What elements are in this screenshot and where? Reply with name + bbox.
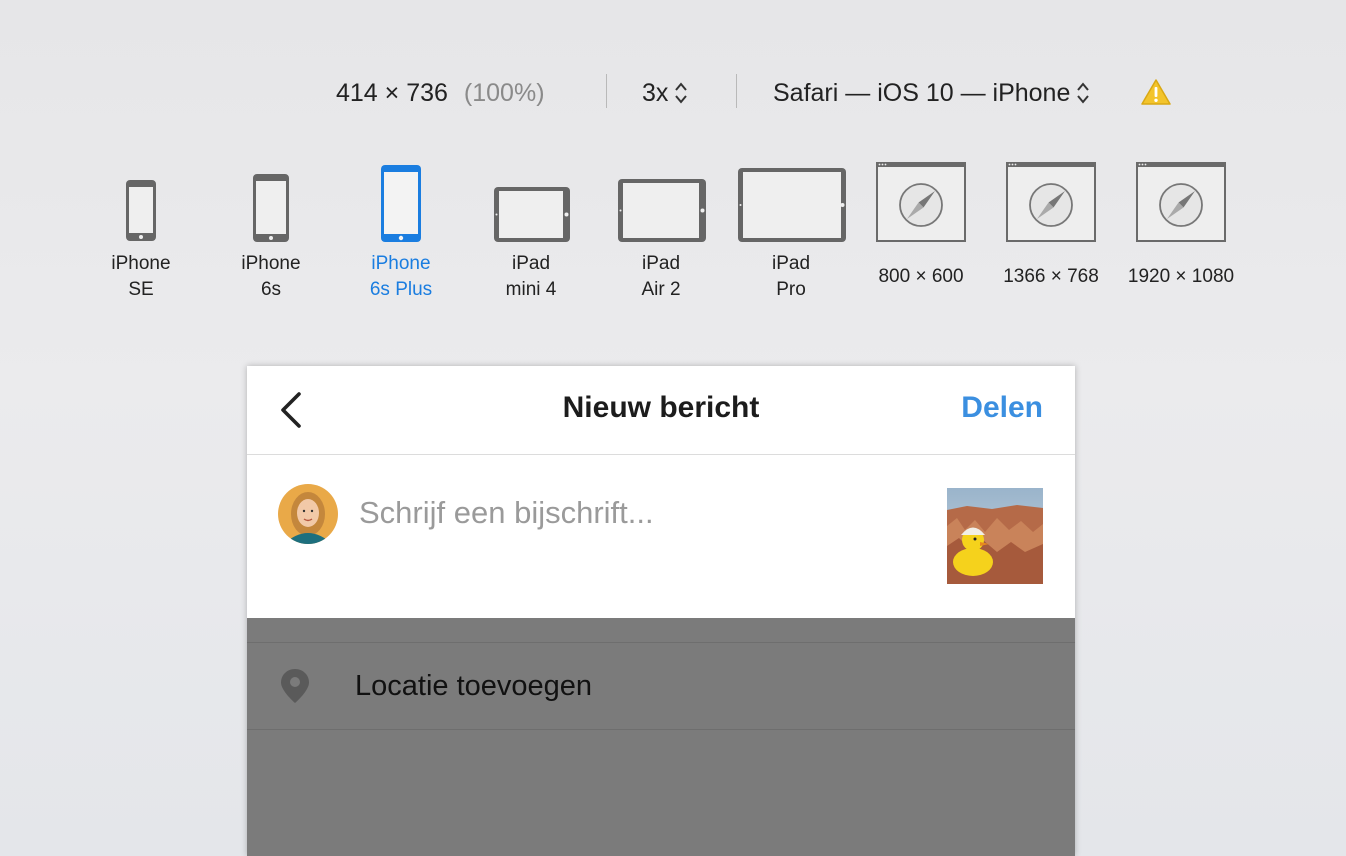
device-label: iPhone SE <box>111 253 171 300</box>
up-down-chevron-icon <box>1077 82 1090 104</box>
user-agent-value: Safari — iOS 10 — iPhone <box>773 78 1071 107</box>
add-location-row[interactable]: Locatie toevoegen <box>247 642 1075 730</box>
toolbar-divider <box>606 74 607 108</box>
ipad-icon <box>618 179 706 242</box>
nav-bar: Nieuw bericht Delen <box>247 366 1075 455</box>
viewport-dimensions: 414 × 736 (100%) <box>336 74 545 112</box>
device-presets: iPhone SE iPhone 6s iPhone 6s Plus iPad mini… <box>0 158 1346 308</box>
share-button[interactable]: Delen <box>961 391 1043 425</box>
compose-section <box>247 455 1075 618</box>
iphone-icon <box>381 165 421 242</box>
device-label: iPad Pro <box>771 253 811 300</box>
ipad-icon <box>494 187 570 242</box>
dimensions-value: 414 × 736 <box>336 78 448 107</box>
device-iphone-6s[interactable]: iPhone 6s <box>206 158 336 308</box>
page-title: Nieuw bericht <box>562 391 760 424</box>
location-label: Locatie toevoegen <box>355 670 593 702</box>
ipad-icon <box>738 168 846 242</box>
user-agent-select[interactable]: Safari — iOS 10 — iPhone <box>773 74 1090 112</box>
device-1366x768[interactable]: 1366 × 768 <box>986 158 1116 308</box>
zoom-percentage: (100%) <box>463 78 545 107</box>
simulated-viewport: Nieuw bericht Delen Schrijf een bijschri… <box>247 366 1075 856</box>
device-label: iPhone 6s Plus <box>369 253 433 300</box>
device-ipad-pro[interactable]: iPad Pro <box>726 158 856 308</box>
location-pin-icon <box>281 669 309 703</box>
safari-window-icon <box>1006 162 1096 242</box>
iphone-icon <box>126 180 156 241</box>
safari-window-icon <box>1136 162 1226 242</box>
pixel-ratio-value: 3x <box>642 78 669 107</box>
safari-window-icon <box>876 162 966 242</box>
device-label: 1920 × 1080 <box>1127 266 1235 287</box>
toolbar-divider <box>736 74 737 108</box>
device-label: 800 × 600 <box>878 266 964 287</box>
pixel-ratio-select[interactable]: 3x <box>642 74 688 112</box>
chevron-left-icon[interactable] <box>275 390 311 430</box>
up-down-chevron-icon <box>675 82 688 104</box>
device-iphone-se[interactable]: iPhone SE <box>76 158 206 308</box>
device-iphone-6s-plus[interactable]: iPhone 6s Plus <box>336 158 466 308</box>
device-1920x1080[interactable]: 1920 × 1080 <box>1116 158 1246 308</box>
device-label: iPad mini 4 <box>505 253 557 300</box>
user-photo <box>278 484 338 544</box>
warning-triangle-icon[interactable] <box>1140 78 1172 106</box>
device-ipad-mini-4[interactable]: iPad mini 4 <box>466 158 596 308</box>
responsive-toolbar: 414 × 736 (100%) 3x Safari — iOS 10 — iP… <box>0 74 1346 112</box>
device-label: iPhone 6s <box>241 253 301 300</box>
photo-preview <box>947 488 1043 584</box>
photo-thumbnail[interactable] <box>947 488 1043 584</box>
device-800x600[interactable]: 800 × 600 <box>856 158 986 308</box>
caption-input[interactable] <box>359 493 919 533</box>
device-label: iPad Air 2 <box>641 253 681 300</box>
device-ipad-air-2[interactable]: iPad Air 2 <box>596 158 726 308</box>
iphone-icon <box>253 174 289 242</box>
avatar <box>278 484 338 544</box>
device-label: 1366 × 768 <box>1003 266 1099 287</box>
